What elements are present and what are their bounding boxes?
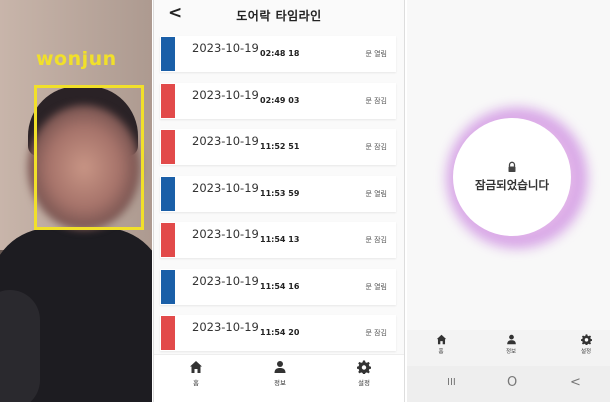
entry-date: 2023-10-19 — [192, 180, 259, 195]
person-icon — [506, 334, 516, 345]
lock-indicator — [161, 316, 175, 350]
nav-item-info[interactable]: 정보 — [260, 360, 300, 387]
camera-view: wonjun — [0, 0, 152, 402]
nav-label-settings: 설정 — [358, 379, 370, 387]
lock-status-circle[interactable]: 잠금되었습니다 — [453, 118, 571, 236]
lock-indicator — [161, 130, 175, 164]
timeline-entry[interactable]: 2023-10-19 02:48 18 문 열림 — [160, 36, 396, 72]
face-bounding-box — [34, 85, 144, 230]
entry-status: 문 잠김 — [365, 236, 387, 244]
timeline-entry[interactable]: 2023-10-19 11:54 16 문 열림 — [160, 268, 396, 305]
timeline-entry[interactable]: 2023-10-19 11:54 20 문 잠김 — [160, 315, 396, 351]
page-title: 도어락 타임라인 — [236, 8, 322, 23]
bottom-nav: 홈 정보 설정 — [154, 354, 404, 402]
bottom-nav: 홈 정보 설정 — [407, 330, 610, 366]
entry-status: 문 열림 — [365, 189, 387, 198]
recent-apps-icon[interactable]: III — [447, 377, 456, 388]
entry-date: 2023-10-19 — [192, 41, 259, 55]
entry-status: 문 열림 — [365, 50, 387, 58]
entry-date: 2023-10-19 — [192, 273, 259, 288]
nav-item-settings[interactable]: 설정 — [566, 334, 606, 355]
open-indicator — [161, 176, 175, 211]
home-icon — [190, 361, 202, 373]
entry-date: 2023-10-19 — [192, 227, 259, 241]
entry-status: 문 잠김 — [365, 96, 387, 105]
timeline-screen: < 도어락 타임라인 2023-10-19 02:48 18 문 열림 2023-10… — [153, 0, 405, 402]
entry-time: 11:53 59 — [260, 188, 300, 198]
nav-item-home[interactable]: 홈 — [421, 334, 461, 355]
entry-time: 02:48 18 — [260, 49, 300, 58]
home-icon — [436, 334, 446, 345]
nav-label-info: 정보 — [274, 379, 286, 387]
entry-date: 2023-10-19 — [192, 134, 259, 148]
nav-label-home: 홈 — [438, 349, 444, 355]
timeline-entry[interactable]: 2023-10-19 02:49 03 문 잠김 — [160, 82, 396, 119]
open-indicator — [161, 37, 175, 71]
back-button[interactable]: < — [168, 3, 182, 23]
lock-icon — [508, 161, 516, 172]
system-navigation-bar: III O < — [407, 366, 610, 402]
entry-time: 02:49 03 — [260, 95, 300, 105]
entry-status: 문 잠김 — [365, 143, 387, 151]
timeline-entry[interactable]: 2023-10-19 11:52 51 문 잠김 — [160, 129, 396, 165]
person-icon — [274, 361, 286, 373]
nav-item-settings[interactable]: 설정 — [344, 360, 384, 387]
lock-indicator — [161, 223, 175, 257]
entry-time: 11:54 20 — [260, 328, 300, 337]
timeline-header: < 도어락 타임라인 — [154, 0, 404, 30]
entry-time: 11:54 13 — [260, 235, 300, 244]
lock-screen: 잠금되었습니다 홈 정보 설정 III O < — [407, 0, 610, 402]
entry-status: 문 잠김 — [365, 329, 387, 337]
lock-status-text: 잠금되었습니다 — [474, 178, 550, 192]
back-arrow-icon[interactable]: < — [570, 375, 581, 390]
nav-label-info: 정보 — [505, 349, 517, 355]
nav-item-info[interactable]: 정보 — [491, 334, 531, 355]
open-indicator — [161, 269, 175, 304]
nav-label-settings: 설정 — [580, 349, 592, 355]
gear-icon — [580, 334, 592, 345]
nav-label-home: 홈 — [193, 379, 199, 387]
lock-indicator — [161, 83, 175, 118]
gear-icon — [357, 360, 371, 374]
entry-date: 2023-10-19 — [192, 320, 259, 334]
nav-item-home[interactable]: 홈 — [176, 360, 216, 387]
entry-status: 문 열림 — [365, 282, 387, 291]
entry-time: 11:54 16 — [260, 281, 300, 291]
entry-date: 2023-10-19 — [192, 87, 259, 102]
entry-time: 11:52 51 — [260, 142, 300, 151]
timeline-entry[interactable]: 2023-10-19 11:54 13 문 잠김 — [160, 222, 396, 258]
recognized-name-label: wonjun — [36, 48, 117, 70]
timeline-entry[interactable]: 2023-10-19 11:53 59 문 열림 — [160, 175, 396, 212]
home-circle-icon[interactable]: O — [507, 375, 517, 390]
jacket-hood — [0, 290, 40, 402]
